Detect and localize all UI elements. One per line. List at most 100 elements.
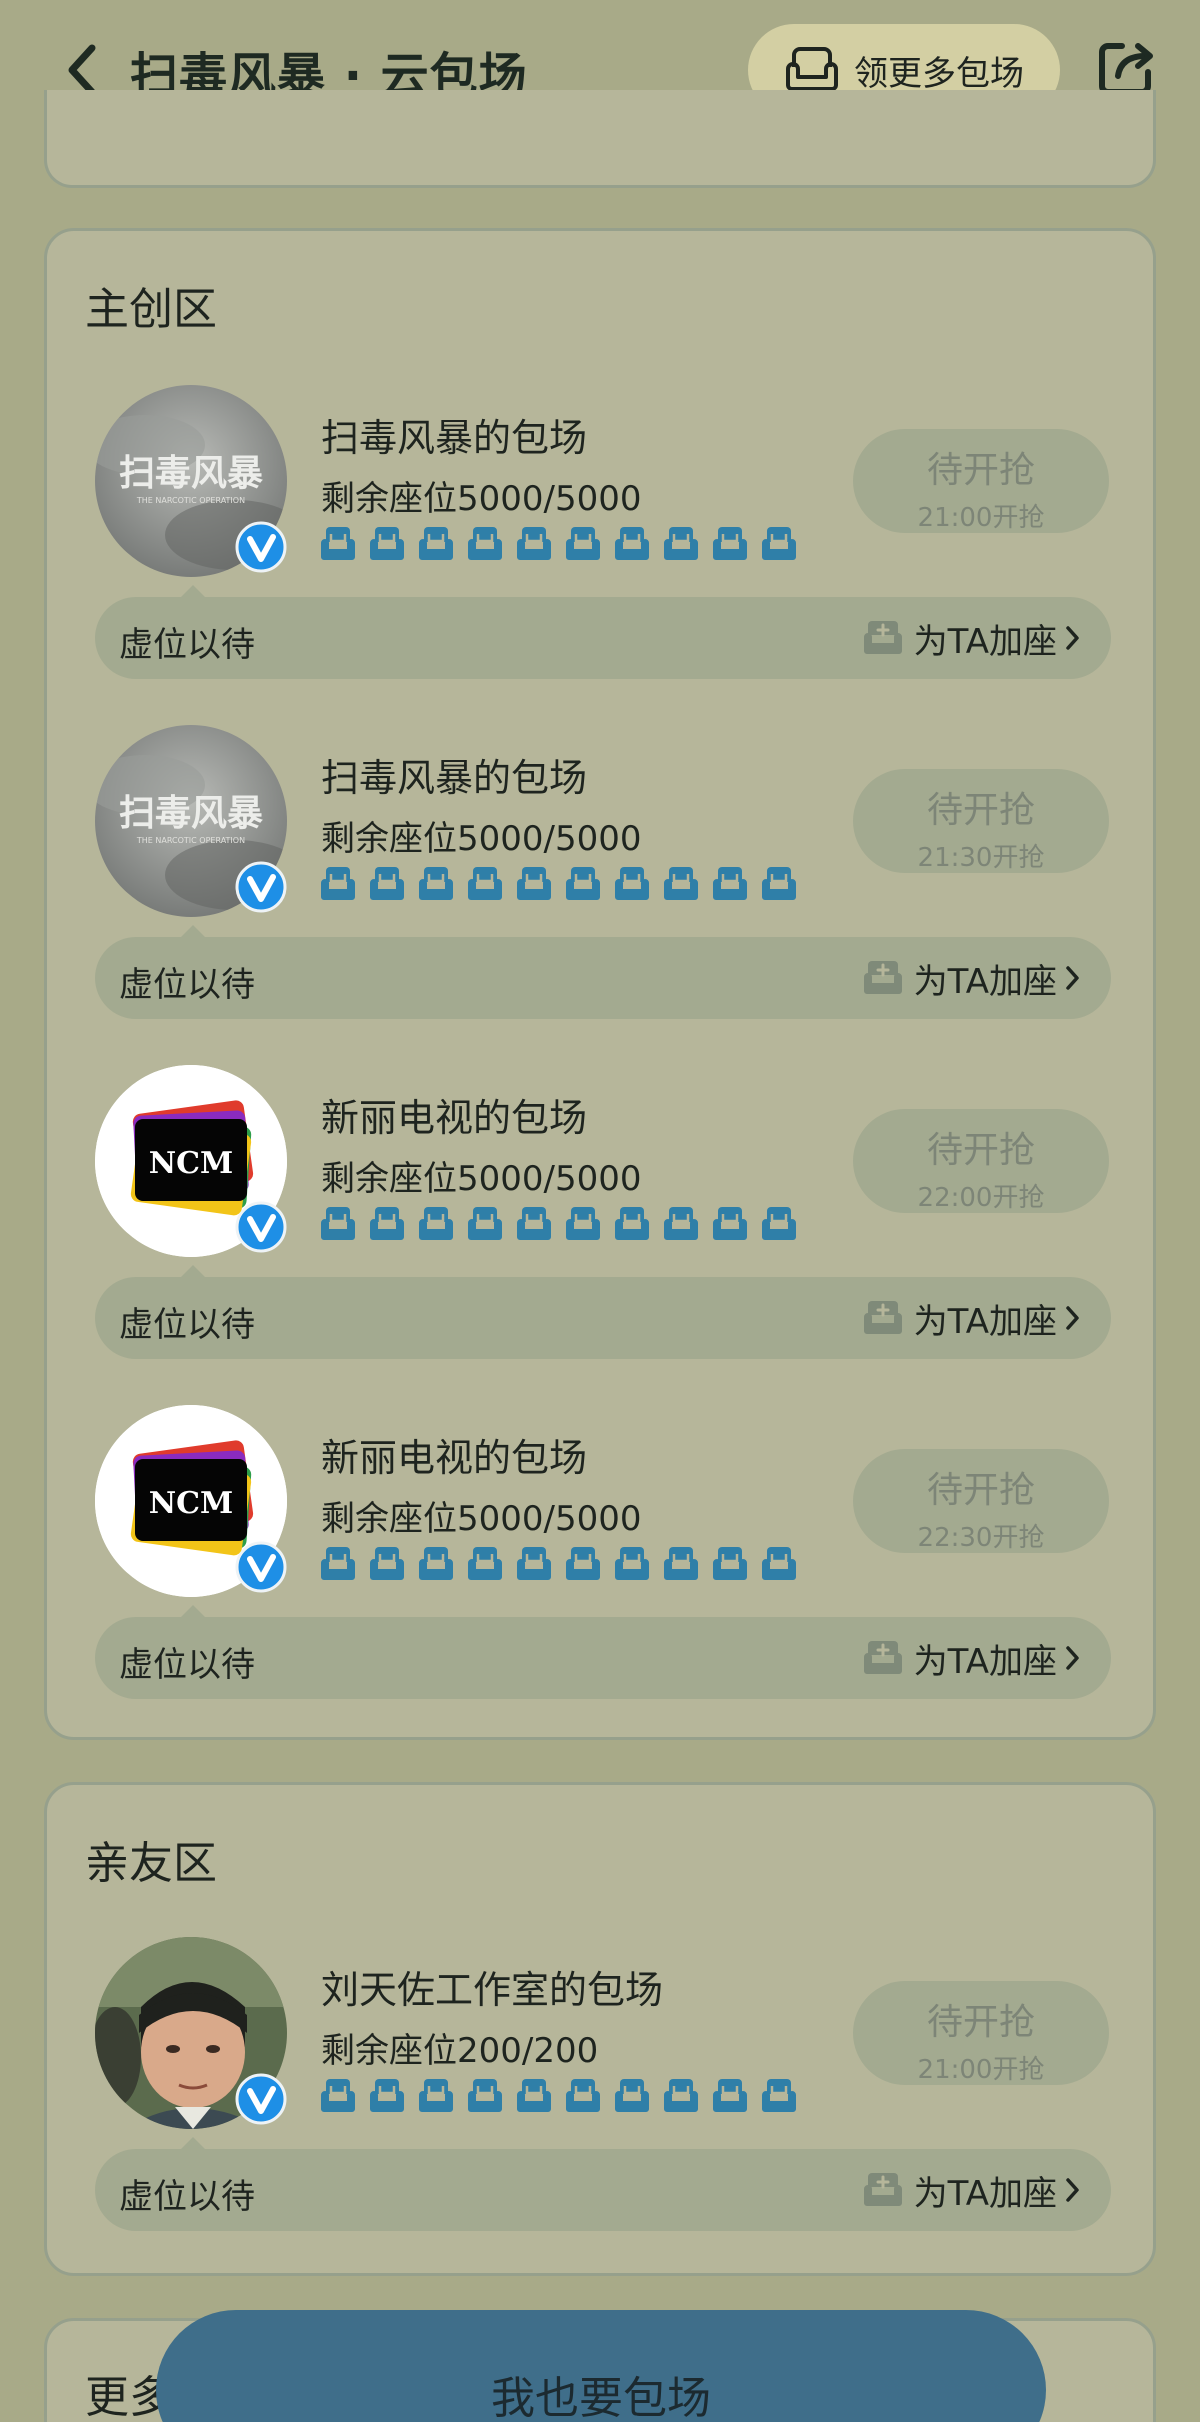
verified-badge-icon: [235, 1201, 287, 1253]
wait-text: 虚位以待: [119, 1645, 255, 1685]
share-button[interactable]: [1096, 38, 1156, 98]
room-seats: 剩余座位5000/5000: [321, 1159, 642, 1199]
avatar[interactable]: NCM: [95, 1405, 287, 1597]
seat-icon: [517, 1207, 551, 1240]
wait-text: 虚位以待: [119, 625, 255, 665]
seat-icon: [321, 527, 355, 560]
add-seat-button[interactable]: 为TA加座: [862, 2167, 1081, 2214]
add-seat-icon: [863, 2173, 902, 2206]
add-seat-label: 为TA加座: [913, 621, 1057, 662]
previous-card-remnant: [44, 90, 1156, 188]
seat-icon: [615, 527, 649, 560]
section-title: 主创区: [85, 284, 217, 335]
bubble-pointer: [181, 585, 205, 597]
avatar-subtitle: THE NARCOTIC OPERATION: [136, 836, 245, 845]
friends-section: 亲友区 刘天佐工作室的包场 剩余座位200/200 待开抢 21:00开抢 虚位…: [44, 1782, 1156, 2276]
create-screening-button[interactable]: 我也要包场: [156, 2310, 1046, 2422]
add-seat-button[interactable]: 为TA加座: [862, 1635, 1081, 1682]
add-seat-label: 为TA加座: [913, 1301, 1057, 1342]
room-card: 扫毒风暴 THE NARCOTIC OPERATION 扫毒风暴的包场 剩余座位…: [47, 385, 1159, 685]
seat-icon: [321, 1547, 355, 1580]
grab-label: 待开抢: [926, 790, 1035, 831]
grab-time: 21:30开抢: [917, 843, 1045, 873]
seat-icon: [664, 867, 698, 900]
seat-icon: [664, 2079, 698, 2112]
seat-icon: [517, 527, 551, 560]
seat-icon: [664, 527, 698, 560]
grab-button[interactable]: 待开抢 21:30开抢: [853, 769, 1109, 873]
grab-label: 待开抢: [926, 1470, 1035, 1511]
wait-text: 虚位以待: [119, 1305, 255, 1345]
room-card: NCM 新丽电视的包场 剩余座位5000/5000 待开抢 22:00开抢 虚位…: [47, 1065, 1159, 1365]
sofa-icon: [786, 47, 838, 91]
seat-icon: [566, 2079, 600, 2112]
seat-icon: [419, 1207, 453, 1240]
seat-icon: [517, 2079, 551, 2112]
grab-button[interactable]: 待开抢 21:00开抢: [853, 429, 1109, 533]
seat-icon: [566, 867, 600, 900]
grab-time: 21:00开抢: [917, 503, 1045, 533]
verified-badge-icon: [235, 2073, 287, 2125]
grab-button[interactable]: 待开抢 21:00开抢: [853, 1981, 1109, 2085]
seat-icon: [370, 867, 404, 900]
grab-button[interactable]: 待开抢 22:30开抢: [853, 1449, 1109, 1553]
avatar-title: 扫毒风暴: [119, 793, 263, 834]
share-icon: [1099, 43, 1153, 95]
avatar[interactable]: 扫毒风暴 THE NARCOTIC OPERATION: [95, 385, 287, 577]
seat-icon: [468, 1207, 502, 1240]
add-seat-button[interactable]: 为TA加座: [862, 955, 1081, 1002]
seat-icon: [517, 1547, 551, 1580]
wait-bar: 虚位以待 为TA加座: [95, 1277, 1111, 1359]
seat-icon: [762, 1207, 796, 1240]
seat-icon: [468, 867, 502, 900]
seat-icon: [419, 2079, 453, 2112]
room-name: 扫毒风暴的包场: [321, 756, 588, 800]
seat-row: [319, 2077, 859, 2117]
grab-time: 22:30开抢: [917, 1523, 1045, 1553]
wait-bar: 虚位以待 为TA加座: [95, 597, 1111, 679]
room-name: 扫毒风暴的包场: [321, 416, 588, 460]
seat-icon: [419, 867, 453, 900]
wait-bar: 虚位以待 为TA加座: [95, 2149, 1111, 2231]
seat-icon: [468, 527, 502, 560]
seat-icon: [664, 1547, 698, 1580]
bubble-pointer: [181, 2137, 205, 2149]
seat-icon: [419, 1547, 453, 1580]
chevron-right-icon: [1066, 966, 1079, 990]
seat-icon: [419, 527, 453, 560]
avatar[interactable]: [95, 1937, 287, 2129]
chevron-right-icon: [1066, 2178, 1079, 2202]
room-seats: 剩余座位200/200: [321, 2031, 599, 2071]
seat-icon: [713, 2079, 747, 2112]
avatar[interactable]: 扫毒风暴 THE NARCOTIC OPERATION: [95, 725, 287, 917]
add-seat-button[interactable]: 为TA加座: [862, 615, 1081, 662]
seat-icon: [566, 1207, 600, 1240]
avatar-subtitle: THE NARCOTIC OPERATION: [136, 496, 245, 505]
room-name: 新丽电视的包场: [321, 1096, 588, 1140]
seat-icon: [762, 527, 796, 560]
seat-icon: [517, 867, 551, 900]
seat-icon: [321, 2079, 355, 2112]
avatar[interactable]: NCM: [95, 1065, 287, 1257]
seat-row: [319, 1205, 859, 1245]
verified-badge-icon: [235, 861, 287, 913]
seat-icon: [664, 1207, 698, 1240]
creator-section: 主创区 扫毒风暴 THE NARCOTIC OPERATION 扫毒风暴的包场 …: [44, 228, 1156, 1740]
seat-icon: [370, 1547, 404, 1580]
chevron-right-icon: [1066, 1306, 1079, 1330]
more-seats-label: 领更多包场: [854, 53, 1024, 94]
add-seat-button[interactable]: 为TA加座: [862, 1295, 1081, 1342]
verified-badge-icon: [235, 1541, 287, 1593]
seat-icon: [566, 527, 600, 560]
room-card: NCM 新丽电视的包场 剩余座位5000/5000 待开抢 22:30开抢 虚位…: [47, 1405, 1159, 1705]
grab-label: 待开抢: [926, 1130, 1035, 1171]
seat-icon: [713, 1547, 747, 1580]
wait-bar: 虚位以待 为TA加座: [95, 1617, 1111, 1699]
seat-icon: [713, 527, 747, 560]
verified-badge-icon: [235, 521, 287, 573]
seat-icon: [370, 1207, 404, 1240]
grab-button[interactable]: 待开抢 22:00开抢: [853, 1109, 1109, 1213]
avatar-logo-text: NCM: [149, 1146, 234, 1181]
grab-label: 待开抢: [926, 450, 1035, 491]
room-name: 新丽电视的包场: [321, 1436, 588, 1480]
